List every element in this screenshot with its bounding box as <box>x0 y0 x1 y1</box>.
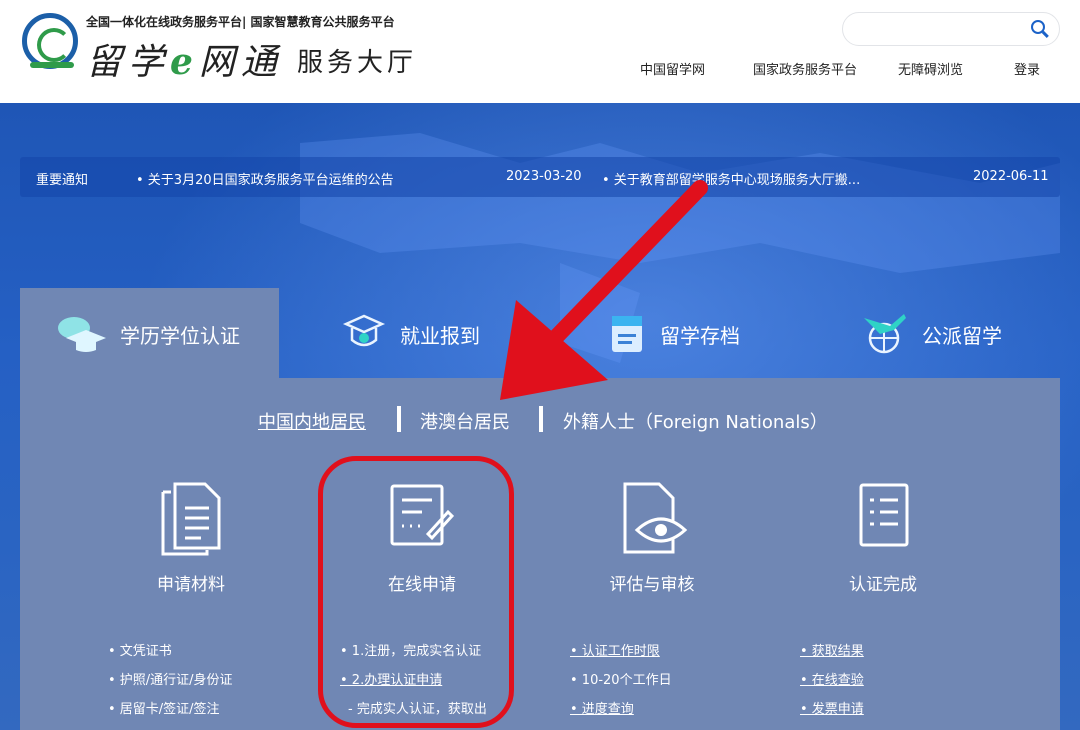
annotation-arrow <box>500 180 708 400</box>
